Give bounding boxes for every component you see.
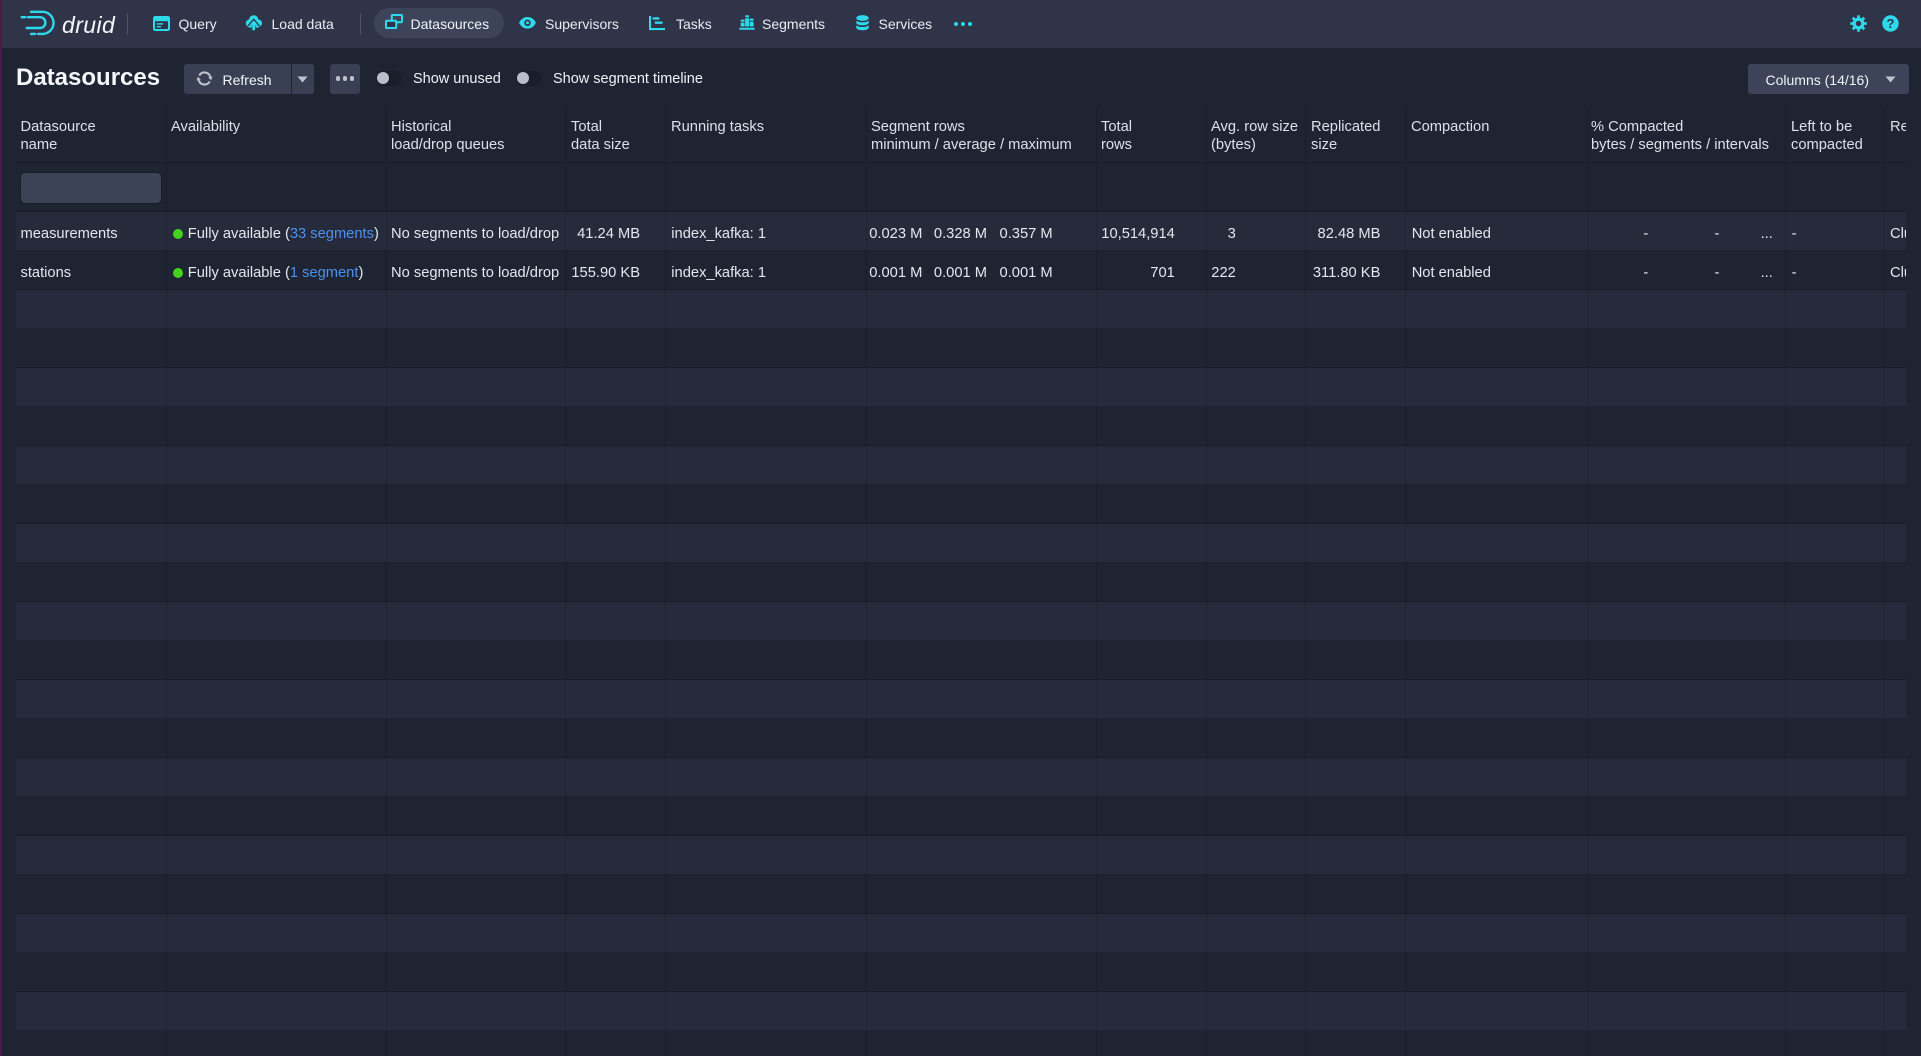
svg-text:?: ? <box>1887 16 1895 31</box>
